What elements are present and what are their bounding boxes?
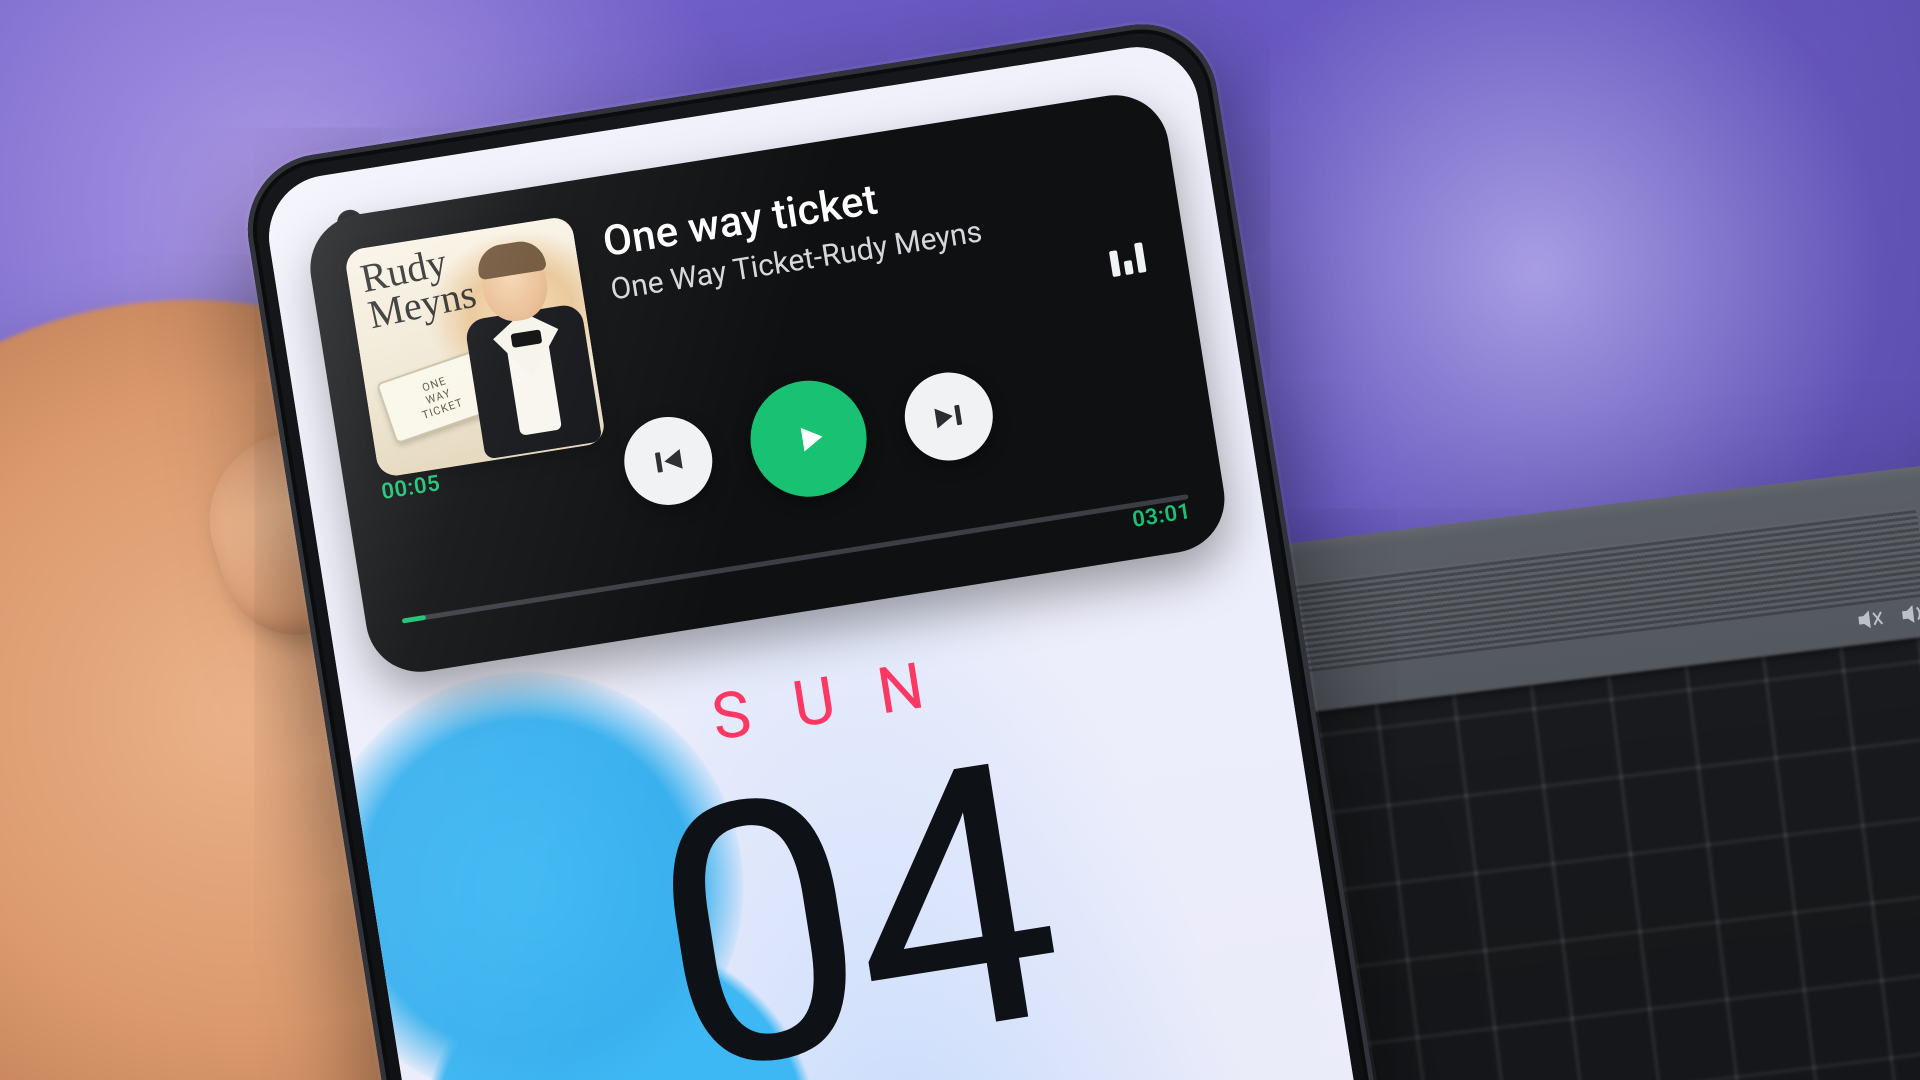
previous-button[interactable] bbox=[618, 411, 719, 512]
scene-background: Rudy Meyns ONE WAY TICKET bbox=[0, 0, 1920, 1080]
album-person-illustration bbox=[432, 236, 607, 465]
next-button[interactable] bbox=[898, 366, 999, 467]
play-button[interactable] bbox=[742, 372, 875, 505]
album-art[interactable]: Rudy Meyns ONE WAY TICKET bbox=[343, 215, 606, 478]
phone-frame: Rudy Meyns ONE WAY TICKET bbox=[237, 14, 1463, 1080]
speaker-mute-icon bbox=[1855, 607, 1886, 636]
speaker-volume-icon bbox=[1898, 601, 1920, 630]
phone-screen[interactable]: Rudy Meyns ONE WAY TICKET bbox=[260, 38, 1440, 1080]
equalizer-icon[interactable] bbox=[1108, 242, 1146, 277]
